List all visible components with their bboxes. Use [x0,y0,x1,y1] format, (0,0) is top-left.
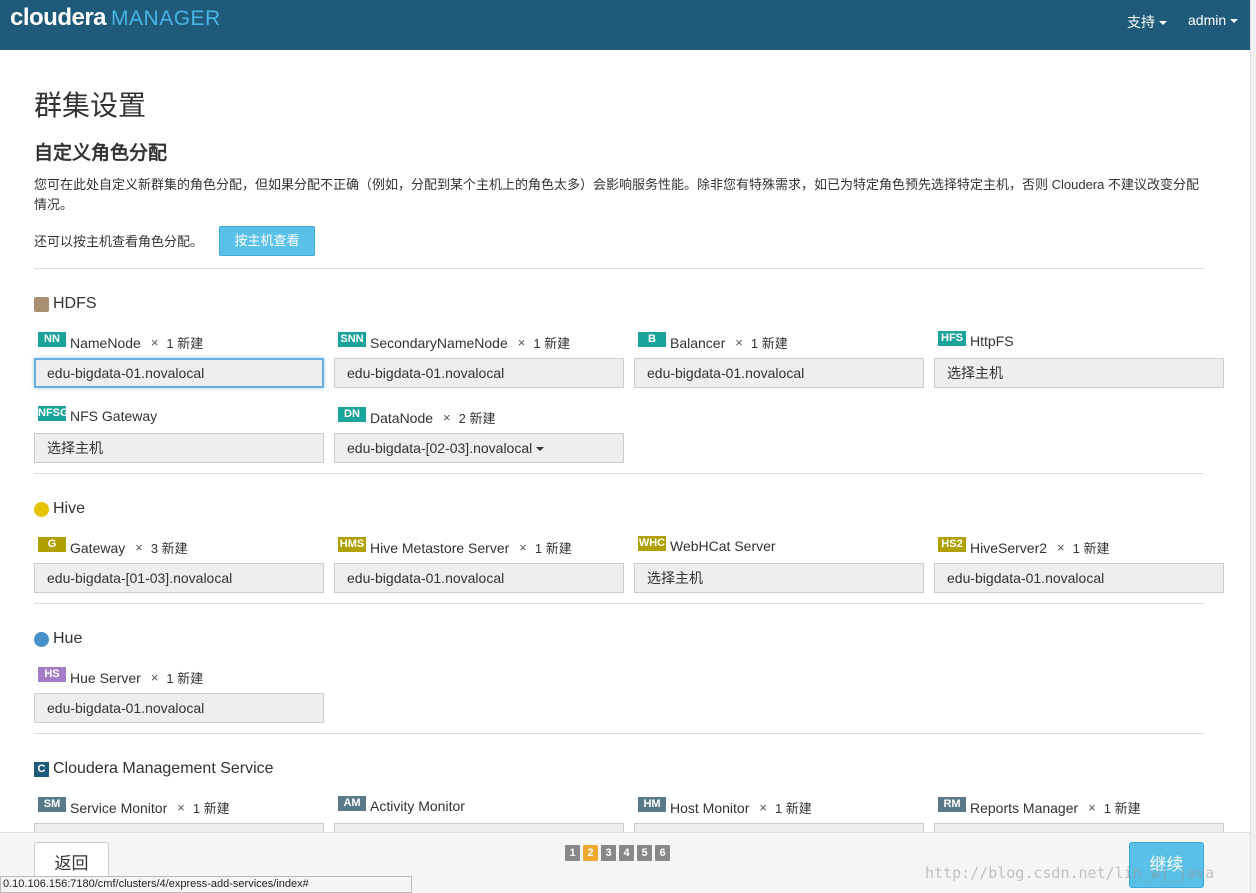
section-title-hue: Hue [34,630,82,648]
role-label-hiveserver2: HS2 HiveServer2 × 1 新建 [938,537,1109,557]
role-label-httpfs: HFS HttpFS [938,330,1014,349]
divider [34,733,1204,734]
chevron-down-icon [536,447,545,452]
role-label-datanode: DN DataNode × 2 新建 [338,407,495,427]
hostview-text: 还可以按主机查看角色分配。 [34,234,204,249]
role-label-nfs-gateway: NFSG NFS Gateway [38,405,158,424]
role-badge: SM [38,797,66,812]
section-title-hdfs: HDFS [34,295,97,313]
divider [34,268,1204,269]
role-badge: G [38,537,66,552]
remove-icon[interactable]: × [177,800,185,815]
role-badge: DN [338,407,366,422]
page-step-3[interactable]: 3 [601,845,616,861]
host-select-hue-server[interactable]: edu-bigdata-01.novalocal [34,693,324,723]
role-badge: RM [938,797,966,812]
page-description: 您可在此处自定义新群集的角色分配，但如果分配不正确（例如，分配到某个主机上的角色… [34,177,1199,212]
section-title-cms: C Cloudera Management Service [34,760,274,778]
cloudera-icon: C [34,761,49,777]
role-label-secondarynamenode: SNN SecondaryNameNode × 1 新建 [338,332,570,352]
divider [34,603,1204,604]
remove-icon[interactable]: × [151,670,159,685]
page-step-5[interactable]: 5 [637,845,652,861]
divider [34,473,1204,474]
host-select-hive-gateway[interactable]: edu-bigdata-[01-03].novalocal [34,563,324,593]
host-select-hiveserver2[interactable]: edu-bigdata-01.novalocal [934,563,1224,593]
remove-icon[interactable]: × [518,335,526,350]
role-badge: AM [338,795,366,811]
host-select-nfs-gateway[interactable]: 选择主机 [34,433,324,463]
hdfs-icon [34,296,49,312]
view-by-host-button[interactable]: 按主机查看 [219,226,315,256]
role-label-service-monitor: SM Service Monitor × 1 新建 [38,797,230,817]
page-subtitle: 自定义角色分配 [34,142,168,164]
host-select-httpfs[interactable]: 选择主机 [934,358,1224,388]
hive-icon [34,501,49,517]
role-label-reports-manager: RM Reports Manager × 1 新建 [938,797,1141,817]
role-label-hive-metastore: HMS Hive Metastore Server × 1 新建 [338,537,572,556]
role-label-webhcat: WHC WebHCat Server [638,535,776,554]
role-badge: HS [38,667,66,682]
remove-icon[interactable]: × [759,800,767,815]
host-select-datanode[interactable]: edu-bigdata-[02-03].novalocal [334,433,624,463]
role-badge: WHC [638,535,666,551]
remove-icon[interactable]: × [135,540,143,555]
role-label-hive-gateway: G Gateway × 3 新建 [38,537,188,557]
page-title: 群集设置 [34,89,147,122]
cloudera-manager-logo[interactable]: cloudera MANAGER [10,4,221,32]
role-badge: HFS [938,330,966,346]
role-badge: NFSG [38,405,66,421]
remove-icon[interactable]: × [1088,800,1096,815]
page-step-4[interactable]: 4 [619,845,634,861]
support-menu[interactable]: 支持 [1127,12,1167,32]
role-badge: HS2 [938,537,966,552]
watermark: http://blog.csdn.net/lin_wj_java [925,864,1214,882]
host-select-hive-metastore[interactable]: edu-bigdata-01.novalocal [334,563,624,593]
wizard-step-pager: 1 2 3 4 5 6 [565,845,670,861]
remove-icon[interactable]: × [735,335,743,350]
remove-icon[interactable]: × [151,335,159,350]
browser-status-url: 0.10.106.156:7180/cmf/clusters/4/express… [0,876,412,893]
host-select-namenode[interactable]: edu-bigdata-01.novalocal [34,358,324,388]
role-label-activity-monitor: AM Activity Monitor [338,795,465,814]
role-badge: NN [38,332,66,347]
remove-icon[interactable]: × [1057,540,1065,555]
role-badge: SNN [338,332,366,347]
role-badge: B [638,332,666,347]
role-badge: HM [638,797,666,812]
page-step-2[interactable]: 2 [583,845,598,861]
section-title-hive: Hive [34,500,85,518]
host-select-balancer[interactable]: edu-bigdata-01.novalocal [634,358,924,388]
role-label-balancer: B Balancer × 1 新建 [638,332,788,352]
chevron-down-icon [1230,19,1239,24]
page-step-6[interactable]: 6 [655,845,670,861]
page-scrollbar[interactable] [1250,0,1256,893]
top-navbar: cloudera MANAGER 支持 admin [0,0,1250,50]
role-badge: HMS [338,537,366,552]
remove-icon[interactable]: × [519,540,527,555]
host-select-secondarynamenode[interactable]: edu-bigdata-01.novalocal [334,358,624,388]
hue-icon [34,631,49,647]
page-step-1[interactable]: 1 [565,845,580,861]
remove-icon[interactable]: × [443,410,451,425]
role-label-namenode: NN NameNode × 1 新建 [38,332,203,352]
chevron-down-icon [1159,21,1167,26]
host-select-webhcat[interactable]: 选择主机 [634,563,924,593]
role-label-host-monitor: HM Host Monitor × 1 新建 [638,797,812,817]
user-menu[interactable]: admin [1188,12,1239,28]
role-label-hue-server: HS Hue Server × 1 新建 [38,667,203,687]
